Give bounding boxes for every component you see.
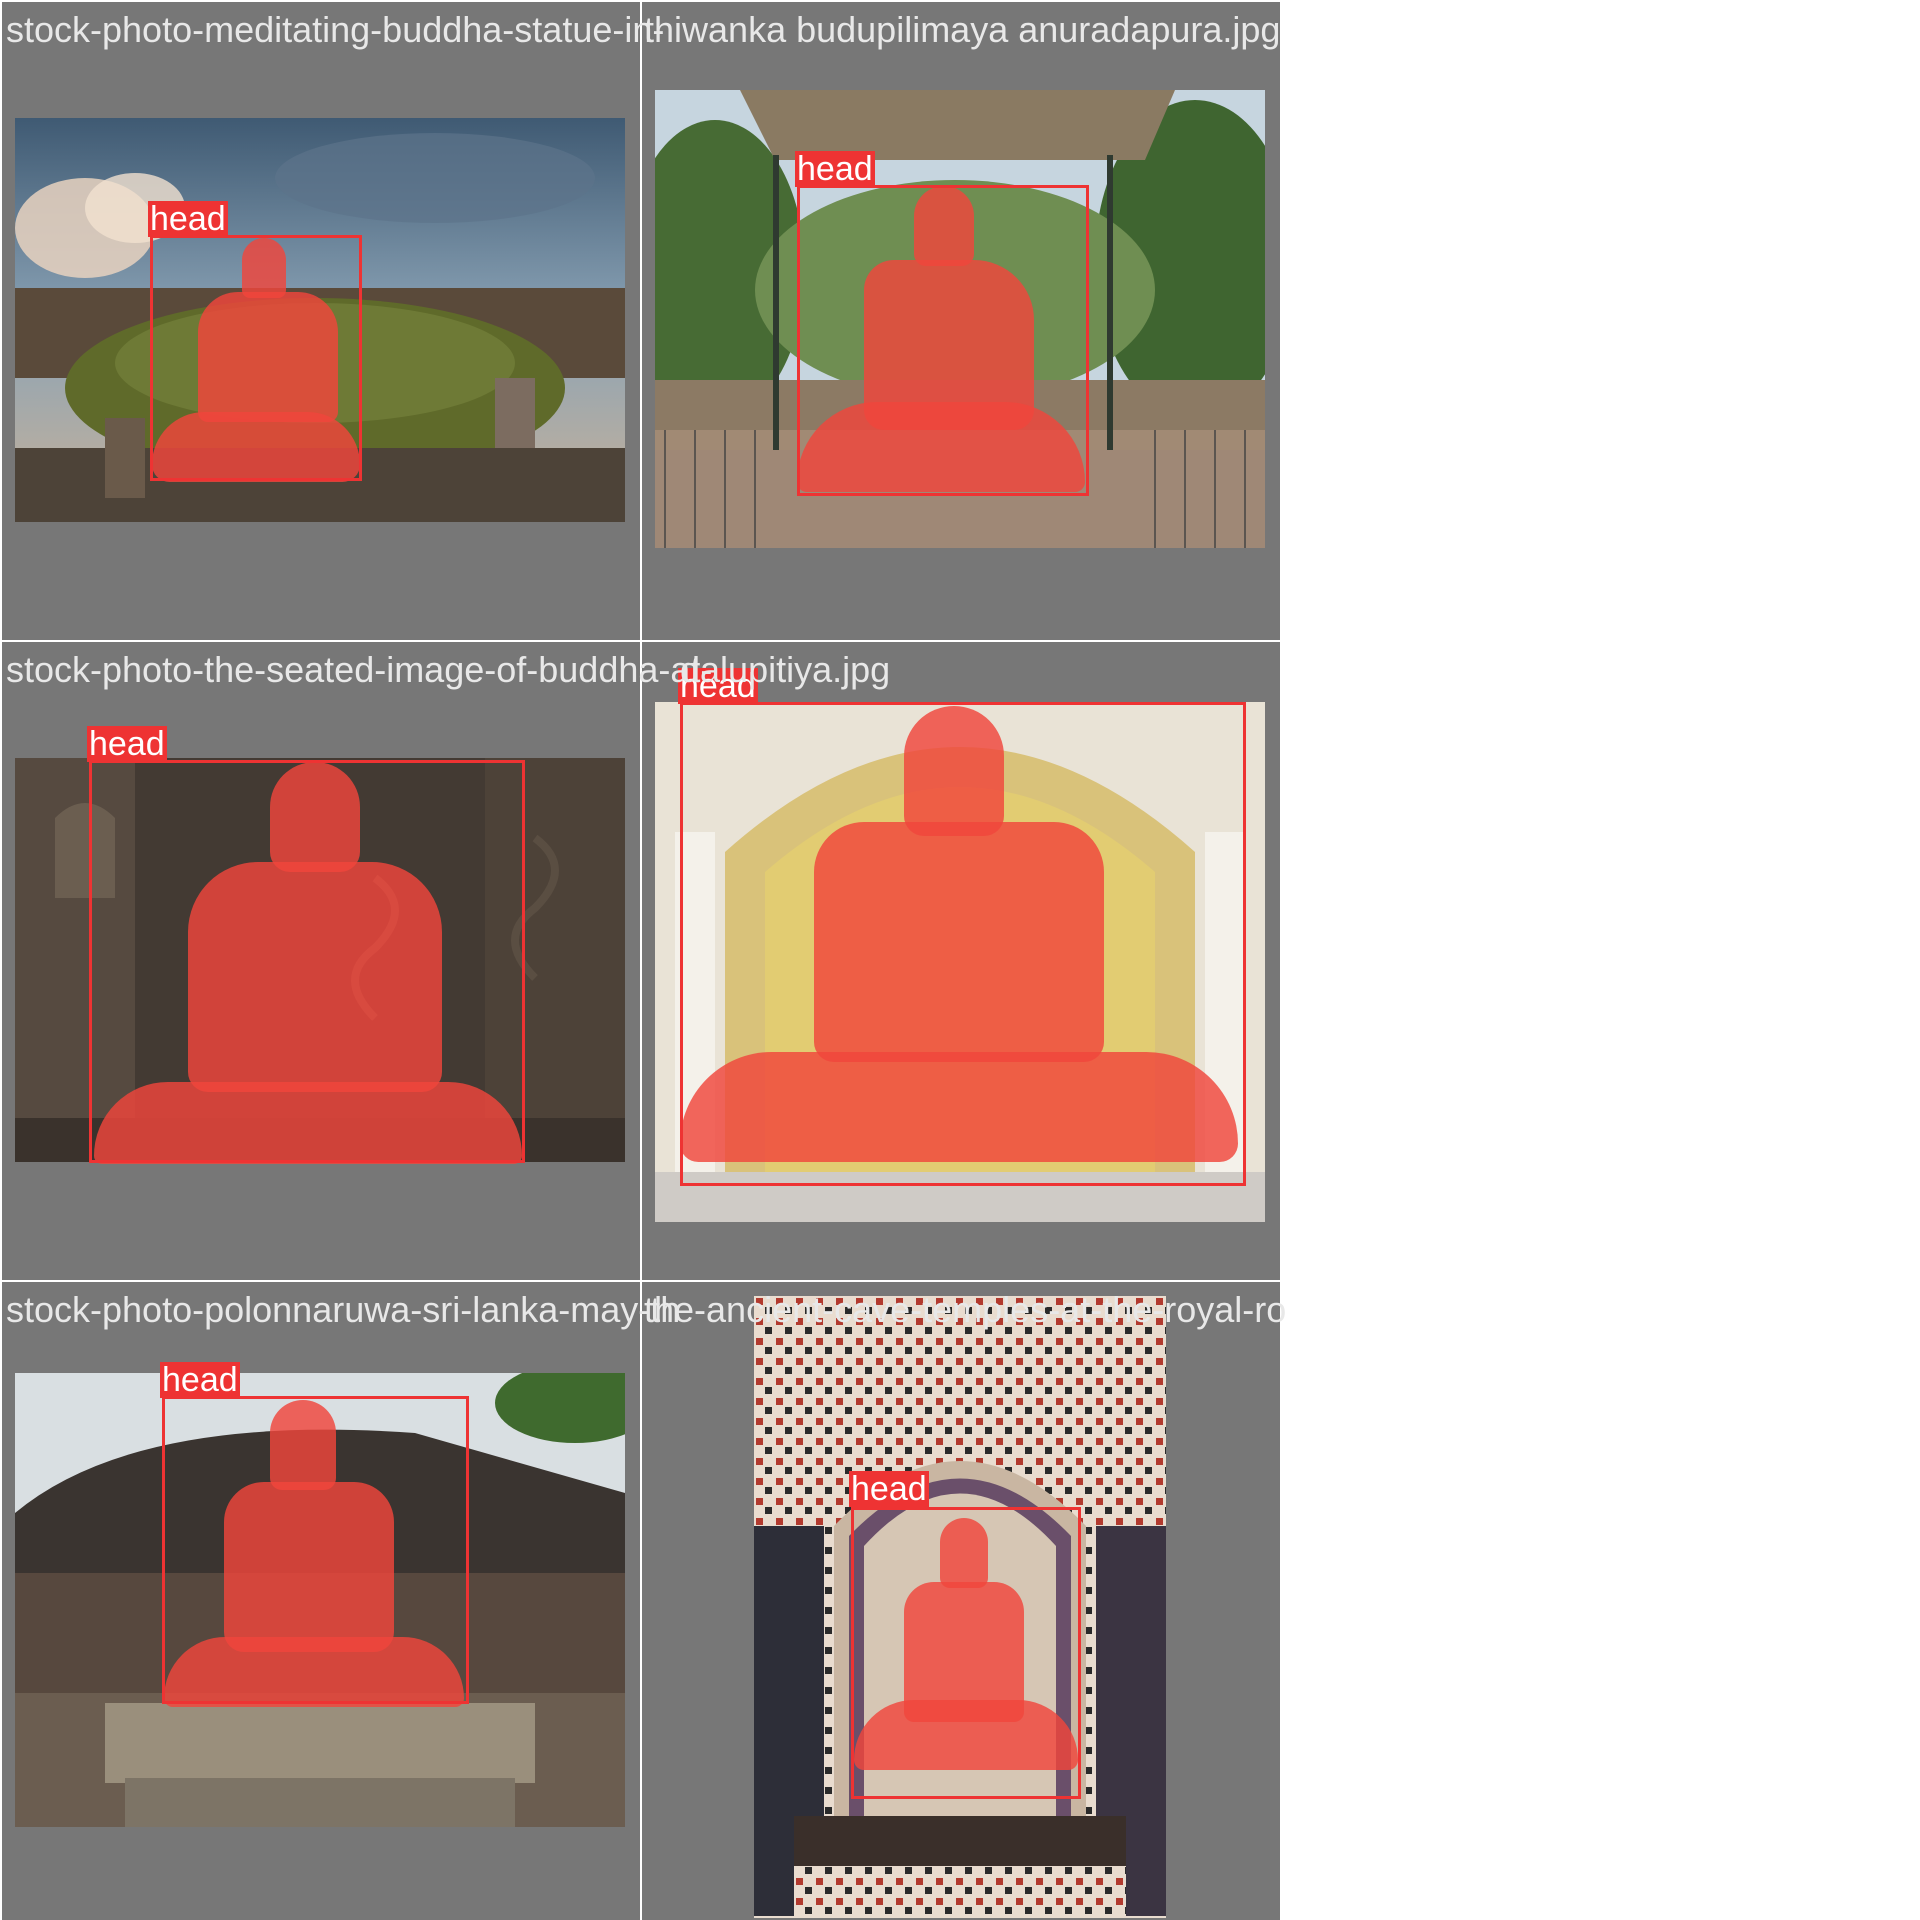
bbox-label: head: [795, 150, 875, 188]
bbox-label: head: [87, 725, 167, 763]
grid-cell-1: head stock-photo-meditating-buddha-statu…: [2, 2, 664, 640]
bounding-box: [150, 235, 362, 481]
image-filename: stock-photo-polonnaruwa-sri-lanka-may-th: [6, 1289, 681, 1330]
image-grid: head stock-photo-meditating-buddha-statu…: [0, 0, 1286, 1920]
bounding-box: [680, 702, 1246, 1186]
grid-cell-6: head the-ancient-cave-temples-at-the-roy…: [642, 1282, 1286, 1920]
image-filename: thiwanka budupilimaya anuradapura.jpg: [644, 9, 1281, 50]
bbox-label: head: [160, 1361, 240, 1399]
image-filename: stock-photo-meditating-buddha-statue-in-: [6, 9, 665, 50]
bbox-label: head: [148, 200, 228, 238]
bounding-box: [162, 1396, 469, 1704]
bbox-label: head: [849, 1470, 929, 1508]
grid-cell-4: head dalupitiya.jpg: [642, 642, 1280, 1280]
bounding-box: [851, 1507, 1081, 1799]
image-filename: stock-photo-the-seated-image-of-buddha-a…: [6, 649, 713, 690]
bounding-box: [89, 760, 525, 1163]
bounding-box: [797, 185, 1089, 496]
grid-cell-3: head stock-photo-the-seated-image-of-bud…: [2, 642, 712, 1280]
image-filename: the-ancient-cave-temples-at-the-royal-ro: [644, 1289, 1287, 1330]
image-filename: dalupitiya.jpg: [680, 649, 891, 690]
grid-cell-2: head thiwanka budupilimaya anuradapura.j…: [642, 2, 1280, 640]
grid-cell-5: head stock-photo-polonnaruwa-sri-lanka-m…: [2, 1282, 680, 1920]
